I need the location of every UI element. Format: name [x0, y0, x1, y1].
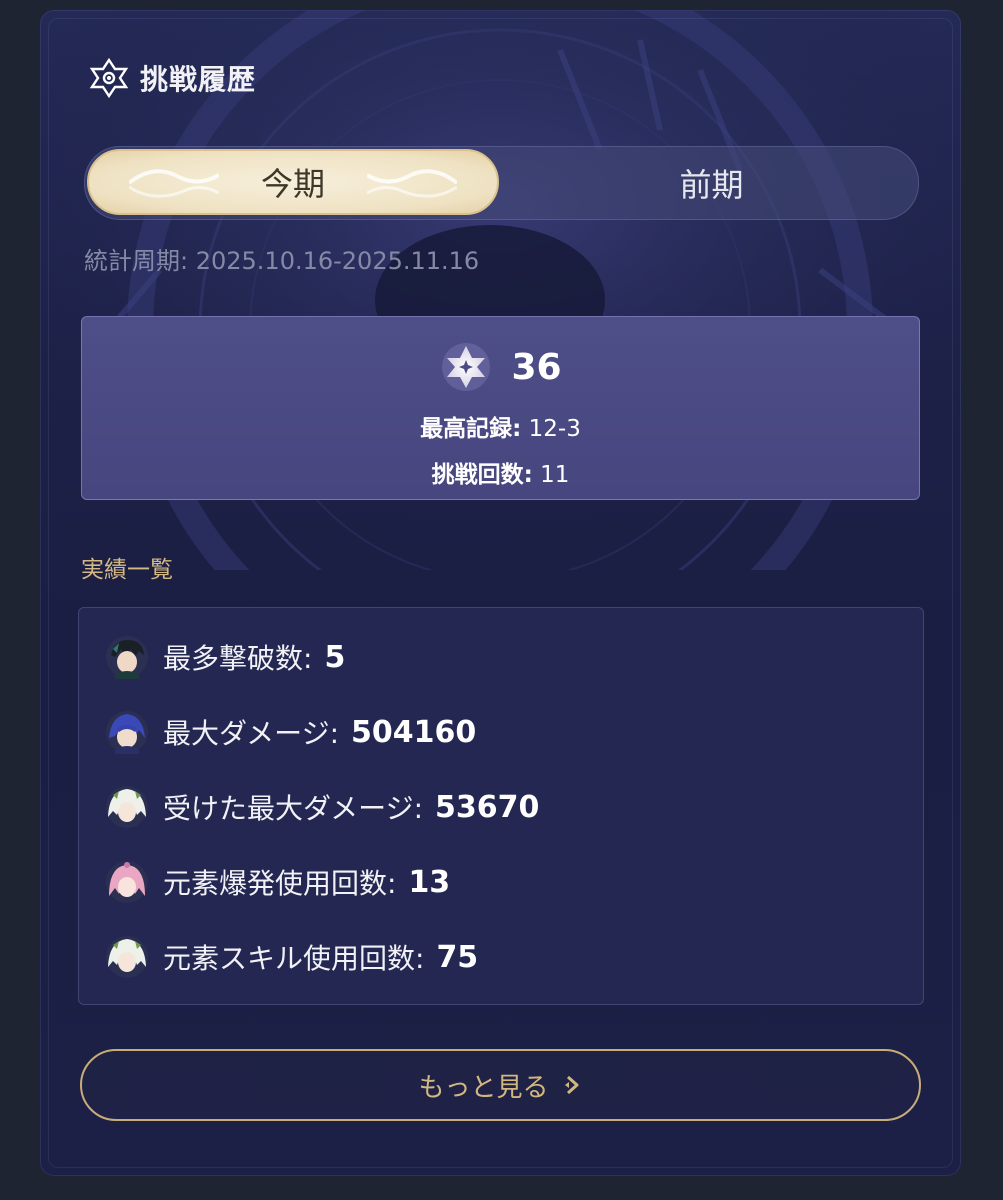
- character-avatar-dark-hair: [106, 636, 148, 679]
- best-record-value: 12-3: [528, 416, 581, 442]
- attempt-count: 挑戦回数: 11: [82, 455, 919, 489]
- tab-previous-period[interactable]: 前期: [505, 147, 918, 219]
- page-title: 挑戦履歴: [140, 63, 257, 96]
- achievement-label: 最大ダメージ:: [163, 717, 340, 750]
- achievement-value: 504160: [351, 714, 477, 750]
- achievements-panel: 最多撃破数: 5 最大ダメージ: 504160 受けた最大ダメージ: 53670: [78, 607, 924, 1005]
- achievements-title: 実績一覧: [81, 557, 173, 583]
- header: 挑戦履歴: [88, 56, 256, 100]
- achievement-value: 5: [324, 639, 346, 675]
- achievement-value: 53670: [435, 789, 540, 825]
- see-more-label: もっと見る: [418, 1072, 549, 1103]
- achievement-label: 元素スキル使用回数:: [163, 942, 425, 975]
- challenge-history-card: 挑戦履歴 今期 前期 統計周期: 2025.10.16-2025.11.16 3…: [40, 10, 961, 1176]
- list-item: 最多撃破数: 5: [105, 631, 345, 683]
- achievement-label: 最多撃破数:: [163, 642, 313, 675]
- chevron-right-icon: [564, 1075, 578, 1095]
- tab-previous-label: 前期: [679, 166, 744, 204]
- score-value: 36: [511, 346, 562, 388]
- character-avatar-white-hair: [106, 936, 148, 978]
- list-item: 最大ダメージ: 504160: [105, 706, 476, 758]
- list-item: 元素スキル使用回数: 75: [105, 931, 478, 983]
- character-avatar-pink-hair: [106, 861, 148, 903]
- attempt-count-label: 挑戦回数:: [431, 462, 533, 488]
- achievement-value: 13: [408, 864, 451, 900]
- best-record-label: 最高記録:: [420, 416, 522, 442]
- character-avatar-white-hair: [106, 786, 148, 828]
- character-avatar-blue-hair: [106, 711, 148, 754]
- swirl-ornament-icon: [367, 169, 457, 198]
- stats-period: 統計周期: 2025.10.16-2025.11.16: [84, 247, 480, 275]
- achievement-label: 元素爆発使用回数:: [163, 867, 397, 900]
- achievement-label: 受けた最大ダメージ:: [163, 792, 424, 825]
- list-item: 受けた最大ダメージ: 53670: [105, 781, 539, 833]
- summary-panel: 36 最高記録: 12-3 挑戦回数: 11: [81, 316, 920, 500]
- period-tabs: 今期 前期: [84, 146, 919, 220]
- score-row: 36: [82, 339, 919, 395]
- emblem-icon: [89, 57, 129, 99]
- tab-current-label: 今期: [260, 165, 325, 203]
- attempt-count-value: 11: [540, 462, 570, 488]
- list-item: 元素爆発使用回数: 13: [105, 856, 450, 908]
- tab-current-period[interactable]: 今期: [87, 149, 499, 215]
- swirl-ornament-icon: [129, 169, 219, 198]
- star-icon: [442, 343, 491, 391]
- see-more-button[interactable]: もっと見る: [80, 1049, 921, 1121]
- achievement-value: 75: [436, 939, 479, 975]
- best-record: 最高記録: 12-3: [82, 409, 919, 443]
